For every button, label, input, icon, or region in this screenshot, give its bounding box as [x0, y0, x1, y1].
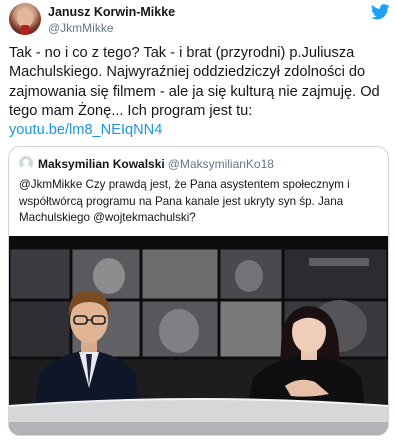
video-thumbnail[interactable]	[9, 236, 388, 435]
studio-scene-image	[9, 236, 388, 435]
tweet-body: Tak - no i co z tego? Tak - i brat (przy…	[9, 45, 380, 119]
quoted-tweet[interactable]: Maksymilian Kowalski @MaksymilianKo18 @Jk…	[8, 146, 389, 436]
twitter-bird-icon[interactable]	[371, 4, 390, 20]
tweet-card: Janusz Korwin-Mikke @JkmMikke Tak - no i…	[0, 0, 396, 442]
author-avatar[interactable]	[9, 3, 41, 35]
author-handle[interactable]: @JkmMikke	[48, 21, 114, 35]
quoted-author[interactable]: Maksymilian Kowalski @MaksymilianKo18	[38, 157, 274, 171]
tweet-text: Tak - no i co z tego? Tak - i brat (przy…	[9, 44, 391, 140]
quoted-handle: @MaksymilianKo18	[167, 157, 274, 171]
quoted-display-name: Maksymilian Kowalski	[38, 157, 165, 171]
video-link[interactable]: youtu.be/lm8_NEIqNN4	[9, 122, 162, 138]
quoted-text: @JkmMikke Czy prawdą jest, że Pana asyst…	[19, 178, 350, 225]
author-display-name[interactable]: Janusz Korwin-Mikke	[48, 5, 175, 19]
default-profile-icon[interactable]	[19, 156, 33, 170]
